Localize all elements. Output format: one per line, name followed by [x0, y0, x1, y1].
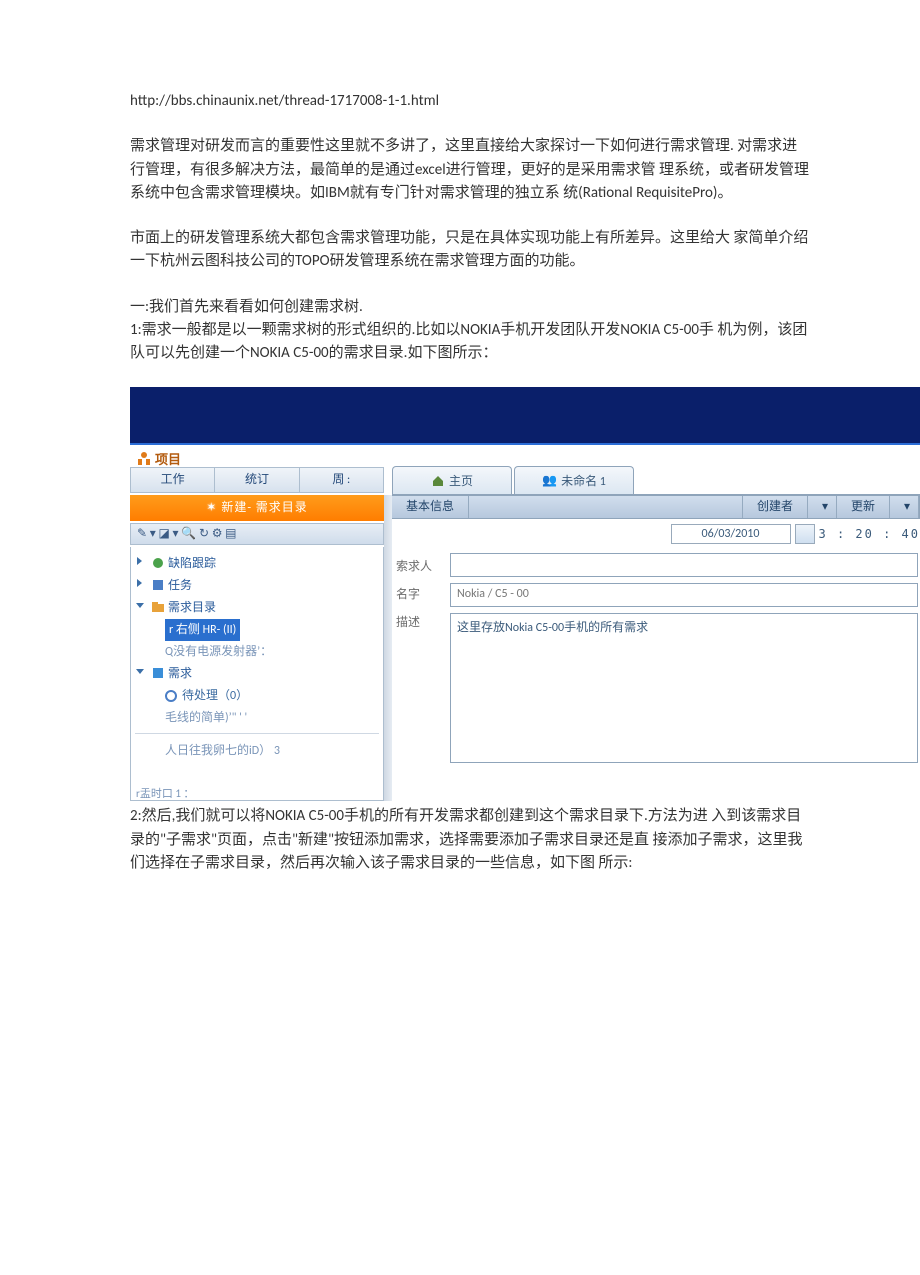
home-icon	[431, 474, 445, 488]
app-screenshot-1: 项目 工作 统订 周 : ✶新建- 需求目录 ✎ ▾ ◪ ▾ 🔍 ↻ ⚙ ▤ 缺…	[130, 387, 920, 801]
desc-textarea[interactable]: 这里存放Nokia C5-00手机的所有需求	[450, 613, 918, 763]
left-subtabs[interactable]: 工作 统订 周 :	[130, 467, 384, 493]
date-field[interactable]: 06/03/2010	[671, 524, 791, 544]
splitter[interactable]	[384, 495, 392, 801]
toolbar-icons[interactable]: ✎ ▾ ◪ ▾ 🔍 ↻ ⚙ ▤	[137, 527, 237, 541]
right-tabs: 主页 👥 未命名 1	[392, 461, 920, 495]
name-input[interactable]: Nokia / C5 - 00	[450, 583, 918, 607]
tree-pending[interactable]: 待处理（0）	[135, 685, 379, 707]
section-update[interactable]: 更新	[837, 496, 890, 518]
paragraph-3b: 1:需求一般都是以一颗需求树的形式组织的.比如以NOKIA手机开发团队开发NOK…	[130, 319, 810, 366]
source-url: http://bbs.chinaunix.net/thread-1717008-…	[130, 90, 810, 113]
tree-req-dir-child[interactable]: r 右侧 HR- (II)	[135, 619, 379, 641]
section-basic[interactable]: 基本信息	[392, 496, 469, 518]
time-field[interactable]: 3 : 20 : 40	[819, 527, 920, 541]
tab-unnamed[interactable]: 👥 未命名 1	[514, 466, 634, 494]
label-name: 名字	[396, 581, 442, 609]
people-icon: 👥	[542, 473, 557, 488]
tree-tasks[interactable]: 任务	[135, 575, 379, 597]
section-bar: 基本信息 创建者 ▾ 更新 ▾	[392, 495, 920, 519]
tree-req[interactable]: 需求	[135, 663, 379, 685]
app-titlebar	[130, 387, 920, 445]
subtab-week[interactable]: 周 :	[300, 468, 383, 492]
tree-defects[interactable]: 缺陷跟踪	[135, 553, 379, 575]
tab-home[interactable]: 主页	[392, 466, 512, 494]
calendar-icon[interactable]	[795, 524, 815, 544]
star-icon: ✶	[206, 501, 217, 515]
paragraph-2: 市面上的研发管理系统大都包含需求管理功能，只是在具体实现功能上有所差异。这里给大…	[130, 227, 810, 274]
left-mini-toolbar[interactable]: ✎ ▾ ◪ ▾ 🔍 ↻ ⚙ ▤	[130, 523, 384, 545]
owner-input[interactable]	[450, 553, 918, 577]
paragraph-4: 2:然后,我们就可以将NOKIA C5-00手机的所有开发需求都创建到这个需求目…	[130, 805, 810, 875]
tree-misc2[interactable]: 人日往我卵七的iD） 3	[135, 740, 379, 762]
nav-tree[interactable]: 缺陷跟踪 任务 需求目录 r 右侧 HR- (II) Q没有电源发射器’： 需求…	[130, 547, 384, 801]
left-footer-text: r盂时口 1 ：	[136, 785, 194, 801]
subtab-stats[interactable]: 统订	[215, 468, 299, 492]
paragraph-1: 需求管理对研发而言的重要性这里就不多讲了，这里直接给大家探讨一下如何进行需求管理…	[130, 135, 810, 205]
new-req-dir-button[interactable]: ✶新建- 需求目录	[130, 495, 384, 521]
form-labels: 索求人 名字 描述	[396, 553, 442, 637]
dropdown-icon[interactable]: ▾	[890, 496, 919, 518]
tree-misc1[interactable]: 毛线的简单)’" ' '	[135, 707, 379, 729]
paragraph-3a: 一:我们首先来看看如何创建需求树.	[130, 296, 810, 319]
section-creator[interactable]: 创建者	[743, 496, 808, 518]
project-header: 项目	[136, 449, 181, 468]
tree-req-dir-child2[interactable]: Q没有电源发射器’：	[135, 641, 379, 663]
label-desc: 描述	[396, 609, 442, 637]
dropdown-icon[interactable]: ▾	[808, 496, 837, 518]
label-owner: 索求人	[396, 553, 442, 581]
tree-req-dir[interactable]: 需求目录	[135, 597, 379, 619]
subtab-work[interactable]: 工作	[131, 468, 215, 492]
date-row: 06/03/2010 3 : 20 : 40	[392, 523, 920, 545]
